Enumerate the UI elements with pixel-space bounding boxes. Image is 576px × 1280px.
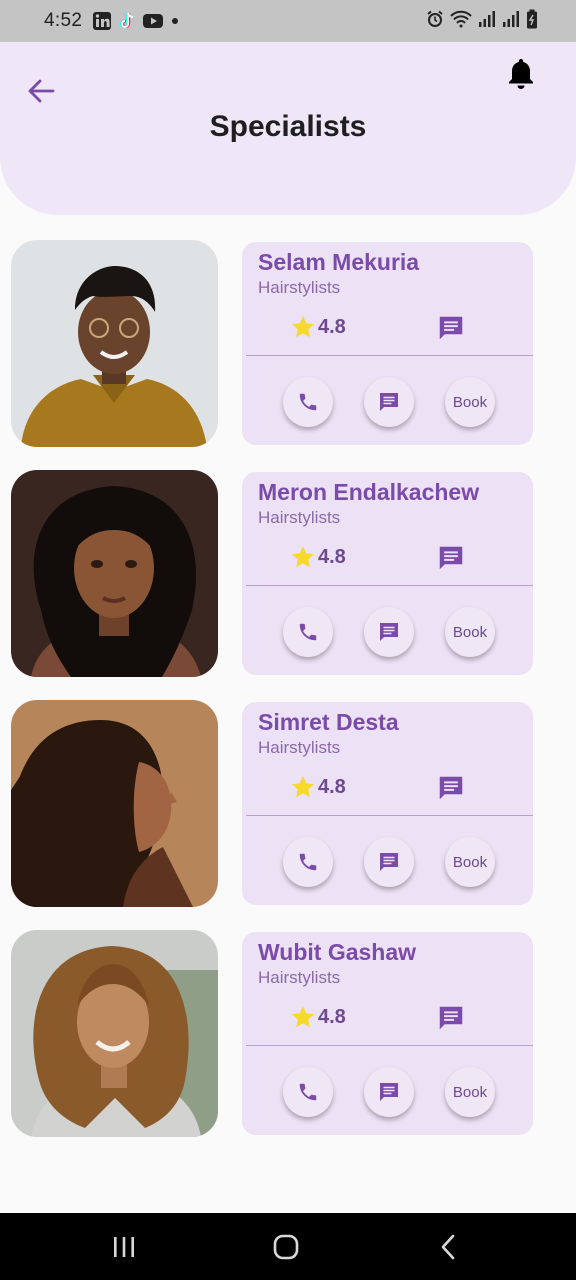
nav-back-button[interactable] [428,1231,468,1263]
message-button[interactable] [364,377,414,427]
page-title: Specialists [209,110,367,143]
rating-value: 4.8 [318,1005,346,1028]
rating: 4.8 [290,774,346,800]
specialist-photo[interactable] [11,470,218,677]
message-icon [439,776,463,800]
book-button[interactable]: Book [445,837,495,887]
specialist-role: Hairstylists [258,508,341,527]
rating: 4.8 [290,314,346,340]
navigation-bar [0,1213,576,1280]
message-button[interactable] [364,837,414,887]
book-button[interactable]: Book [445,1067,495,1117]
specialist-card[interactable]: Meron Endalkachew Hairstylists 4.8 Book [242,472,533,675]
youtube-icon [142,12,164,30]
message-icon [439,1006,463,1030]
back-icon [441,1234,455,1260]
specialist-role: Hairstylists [258,968,341,987]
divider [246,355,533,356]
header: Specialists [0,42,576,215]
call-button[interactable] [283,837,333,887]
book-button[interactable]: Book [445,377,495,427]
rating-value: 4.8 [318,315,346,338]
rating-value: 4.8 [318,775,346,798]
message-icon [439,316,463,340]
specialist-role: Hairstylists [258,738,341,757]
chat-button[interactable] [435,1002,467,1034]
rating: 4.8 [290,544,346,570]
battery-icon [526,9,538,34]
specialist-name: Simret Desta [258,709,399,735]
specialist-name: Meron Endalkachew [258,479,480,505]
dot-icon [170,16,180,26]
call-button[interactable] [283,1067,333,1117]
phone-icon [299,1083,317,1101]
linkedin-icon [92,11,112,31]
specialist-photo[interactable] [11,930,218,1137]
phone-icon [299,623,317,641]
recent-apps-button[interactable] [104,1231,144,1263]
star-icon [291,546,315,568]
specialist-row: Wubit Gashaw Hairstylists 4.8 Book [0,930,576,1160]
specialist-card[interactable]: Wubit Gashaw Hairstylists 4.8 Book [242,932,533,1135]
message-icon [380,1083,398,1101]
chat-button[interactable] [435,542,467,574]
divider [246,585,533,586]
rating-value: 4.8 [318,545,346,568]
message-icon [439,546,463,570]
divider [246,1045,533,1046]
alarm-icon [426,10,444,33]
signal-icon [478,10,496,33]
specialist-row: Selam Mekuria Hairstylists 4.8 Book [0,240,576,470]
phone-icon [299,393,317,411]
status-time: 4:52 [44,10,83,31]
call-button[interactable] [283,377,333,427]
chat-button[interactable] [435,772,467,804]
tiktok-icon [118,11,136,31]
specialist-photo[interactable] [11,240,218,447]
specialist-name: Wubit Gashaw [258,939,417,965]
home-button[interactable] [266,1231,306,1263]
home-icon [273,1234,299,1260]
specialist-name: Selam Mekuria [258,249,420,275]
message-icon [380,623,398,641]
recent-apps-icon [114,1237,134,1257]
specialists-list: Selam Mekuria Hairstylists 4.8 Book Mero… [0,240,576,1160]
book-button[interactable]: Book [445,607,495,657]
specialist-card[interactable]: Simret Desta Hairstylists 4.8 Book [242,702,533,905]
message-button[interactable] [364,1067,414,1117]
specialist-card[interactable]: Selam Mekuria Hairstylists 4.8 Book [242,242,533,445]
specialist-row: Meron Endalkachew Hairstylists 4.8 Book [0,470,576,700]
divider [246,815,533,816]
notifications-button[interactable] [502,54,540,92]
star-icon [291,776,315,798]
specialist-photo[interactable] [11,700,218,907]
arrow-left-icon [28,79,55,103]
phone-icon [299,853,317,871]
message-button[interactable] [364,607,414,657]
message-icon [380,393,398,411]
star-icon [291,1006,315,1028]
wifi-icon [450,10,472,33]
back-button[interactable] [22,72,60,110]
status-bar: 4:52 [0,0,576,42]
star-icon [291,316,315,338]
call-button[interactable] [283,607,333,657]
message-icon [380,853,398,871]
bell-icon [509,59,533,89]
specialist-row: Simret Desta Hairstylists 4.8 Book [0,700,576,930]
signal-icon [502,10,520,33]
rating: 4.8 [290,1004,346,1030]
specialist-role: Hairstylists [258,278,341,297]
chat-button[interactable] [435,312,467,344]
